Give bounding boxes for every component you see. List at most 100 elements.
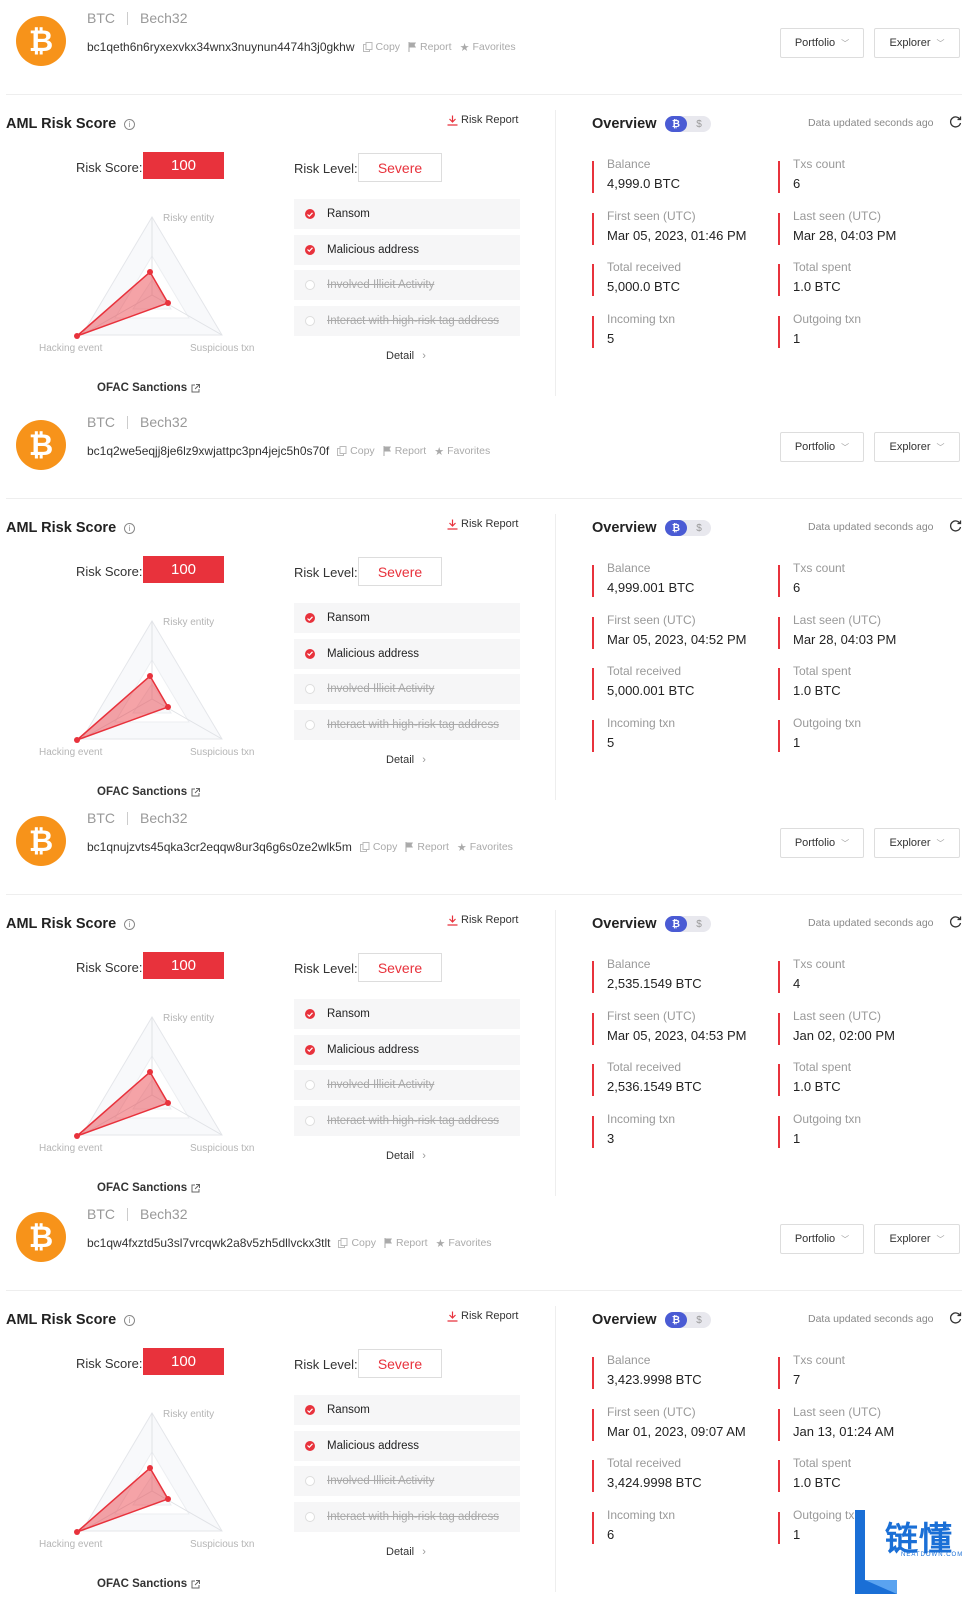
explorer-dropdown[interactable]: Explorer ﹀: [874, 828, 960, 858]
risk-report-label: Risk Report: [461, 1310, 519, 1322]
detail-link[interactable]: Detail ›: [386, 1150, 426, 1162]
ofac-sanctions-link[interactable]: OFAC Sanctions: [97, 1182, 201, 1194]
usd-toggle-option[interactable]: $: [687, 119, 711, 130]
stat-outgoing-txn-label: Outgoing txn: [793, 1507, 862, 1522]
favorites-button[interactable]: ★ Favorites: [460, 41, 516, 54]
ofac-sanctions-link[interactable]: OFAC Sanctions: [97, 786, 201, 798]
report-label: Report: [417, 841, 449, 853]
explorer-label: Explorer: [889, 1233, 931, 1245]
stat-incoming-txn-value: 3: [607, 1130, 615, 1146]
explorer-dropdown[interactable]: Explorer ﹀: [874, 432, 960, 462]
portfolio-dropdown[interactable]: Portfolio ﹀: [780, 1224, 864, 1254]
refresh-icon[interactable]: [949, 115, 962, 128]
radar-point-suspicious: [165, 1496, 171, 1502]
currency-toggle[interactable]: ₿ $: [665, 916, 711, 932]
copy-button[interactable]: Copy: [337, 445, 375, 457]
stat-incoming-txn-label: Incoming txn: [607, 715, 676, 730]
stat-total-received: Total received 5,000.0 BTC: [592, 260, 681, 296]
currency-toggle[interactable]: ₿ $: [665, 116, 711, 132]
favorites-button[interactable]: ★ Favorites: [457, 841, 513, 854]
overview-title: Overview: [592, 1312, 657, 1328]
stat-last-seen: Last seen (UTC) Mar 28, 04:03 PM: [778, 209, 897, 245]
risk-tag-item: Ransom: [294, 999, 520, 1029]
risk-report-button[interactable]: Risk Report: [447, 914, 518, 926]
stat-incoming-txn: Incoming txn 5: [592, 716, 675, 752]
report-button[interactable]: Report: [384, 1237, 428, 1249]
report-button[interactable]: Report: [383, 445, 427, 457]
radar-label-risky: Risky entity: [163, 617, 214, 628]
risk-tag-item: Ransom: [294, 1395, 520, 1425]
bitcoin-logo-icon: ₿: [16, 420, 66, 470]
risk-report-button[interactable]: Risk Report: [447, 1310, 518, 1322]
risk-level-label: Risk Level:: [294, 961, 358, 976]
stat-total-received-value: 5,000.0 BTC: [607, 279, 680, 294]
info-icon[interactable]: i: [124, 522, 136, 534]
info-icon[interactable]: i: [124, 118, 136, 130]
favorites-button[interactable]: ★ Favorites: [436, 1237, 492, 1250]
stat-total-received-value: 5,000.001 BTC: [607, 683, 695, 698]
radar-label-suspicious: Suspicious txn: [190, 1143, 254, 1154]
copy-button[interactable]: Copy: [359, 841, 397, 853]
radar-label-risky: Risky entity: [163, 213, 214, 224]
section-divider: [6, 1290, 962, 1291]
stat-first-seen-label: First seen (UTC): [607, 1008, 696, 1023]
btc-toggle-option[interactable]: ₿: [665, 520, 687, 536]
info-icon[interactable]: i: [124, 918, 136, 930]
stat-last-seen-value: Mar 28, 04:03 PM: [793, 227, 897, 243]
explorer-dropdown[interactable]: Explorer ﹀: [874, 28, 960, 58]
report-button[interactable]: Report: [408, 41, 452, 53]
stat-balance-label: Balance: [607, 1353, 651, 1367]
usd-toggle-option[interactable]: $: [687, 919, 711, 930]
portfolio-label: Portfolio: [794, 1233, 836, 1245]
detail-link[interactable]: Detail ›: [386, 754, 426, 766]
radar-label-hacking: Hacking event: [39, 1143, 103, 1154]
detail-link[interactable]: Detail ›: [386, 350, 426, 362]
risk-report-button[interactable]: Risk Report: [447, 114, 518, 126]
overview-title: Overview: [592, 520, 657, 536]
currency-toggle[interactable]: ₿ $: [665, 1312, 711, 1328]
refresh-icon[interactable]: [949, 915, 962, 928]
risk-tag-label: Involved Illicit Activity: [327, 279, 435, 291]
risk-report-button[interactable]: Risk Report: [447, 518, 518, 530]
report-label: Report: [394, 445, 427, 457]
portfolio-dropdown[interactable]: Portfolio ﹀: [780, 432, 864, 462]
report-button[interactable]: Report: [405, 841, 449, 853]
favorites-label: Favorites: [447, 445, 491, 457]
stat-first-seen-label: First seen (UTC): [607, 1404, 696, 1419]
address-format: Bech32: [140, 10, 188, 26]
risk-tag-label: Interact with high-risk tag address: [327, 1114, 499, 1127]
chain-separator: [127, 415, 128, 429]
btc-toggle-option[interactable]: ₿: [665, 116, 687, 132]
copy-button[interactable]: Copy: [338, 1237, 376, 1249]
empty-circle-icon: [305, 1511, 315, 1522]
refresh-icon[interactable]: [949, 519, 962, 532]
detail-link[interactable]: Detail ›: [386, 1546, 426, 1558]
overview-title: Overview: [592, 116, 657, 132]
ofac-sanctions-link[interactable]: OFAC Sanctions: [97, 382, 201, 394]
radar-label-suspicious: Suspicious txn: [190, 1539, 254, 1550]
explorer-dropdown[interactable]: Explorer ﹀: [874, 1224, 960, 1254]
stat-balance-value: 4,999.001 BTC: [607, 580, 695, 595]
stat-txs-count-value: 4: [793, 976, 801, 991]
usd-toggle-option[interactable]: $: [687, 523, 711, 534]
stat-txs-count-label: Txs count: [793, 157, 846, 171]
stat-last-seen-value: Mar 28, 04:03 PM: [793, 631, 897, 647]
radar-point-suspicious: [165, 300, 171, 306]
risk-score-label: Risk Score:: [76, 960, 143, 975]
portfolio-dropdown[interactable]: Portfolio ﹀: [780, 828, 864, 858]
stat-balance-value: 3,423.9998 BTC: [607, 1372, 702, 1387]
empty-circle-icon: [305, 1476, 315, 1486]
currency-toggle[interactable]: ₿ $: [665, 520, 711, 536]
stat-total-received-label: Total received: [607, 260, 682, 274]
favorites-button[interactable]: ★ Favorites: [434, 445, 490, 458]
info-icon[interactable]: i: [124, 1314, 136, 1326]
usd-toggle-option[interactable]: $: [687, 1315, 711, 1326]
address-format: Bech32: [140, 414, 188, 430]
btc-toggle-option[interactable]: ₿: [665, 916, 687, 932]
copy-button[interactable]: Copy: [362, 41, 400, 53]
refresh-icon[interactable]: [949, 1311, 962, 1324]
stat-total-spent-label: Total spent: [793, 260, 852, 274]
ofac-sanctions-link[interactable]: OFAC Sanctions: [97, 1578, 201, 1590]
btc-toggle-option[interactable]: ₿: [665, 1312, 687, 1328]
portfolio-dropdown[interactable]: Portfolio ﹀: [780, 28, 864, 58]
